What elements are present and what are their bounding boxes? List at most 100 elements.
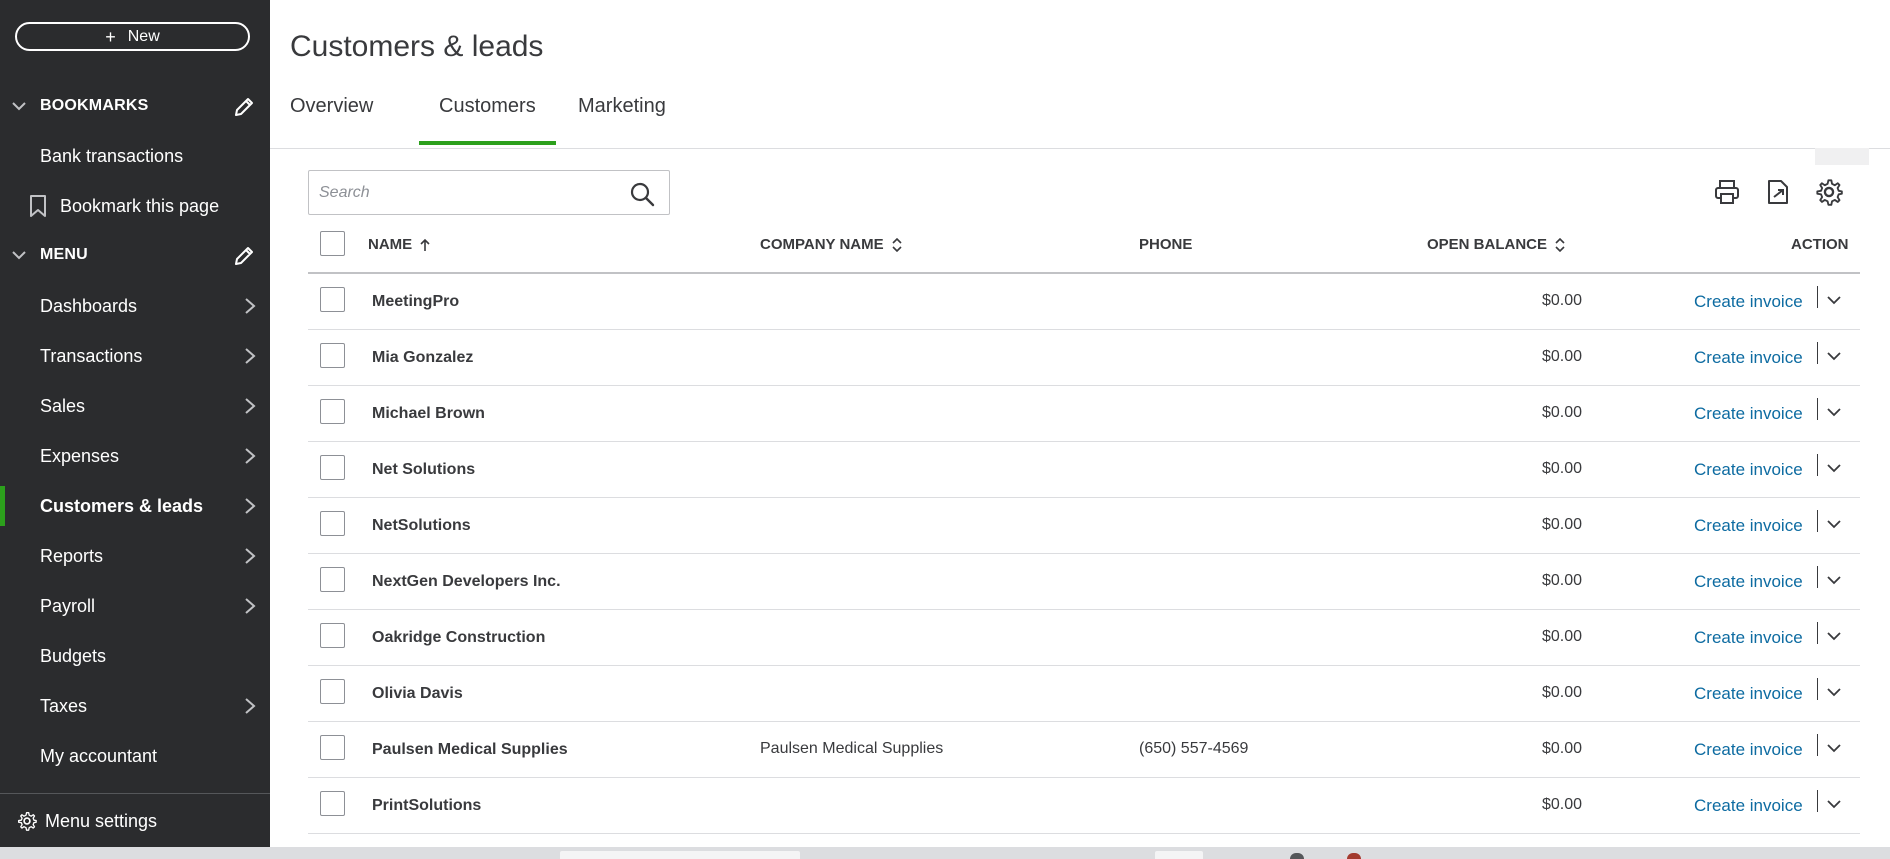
sidebar-item-taxes[interactable]: Taxes (0, 684, 270, 728)
bookmark-icon (30, 195, 46, 217)
customer-name-link[interactable]: Michael Brown (372, 405, 485, 423)
create-invoice-link[interactable]: Create invoice (1694, 292, 1803, 312)
tab-customers[interactable]: Customers (419, 95, 556, 145)
settings-gear-icon[interactable] (1815, 178, 1843, 206)
action-separator (1817, 566, 1818, 588)
edit-bookmarks-pencil-icon[interactable] (233, 96, 255, 118)
chevron-down-icon[interactable] (1826, 348, 1842, 364)
tab-marketing[interactable]: Marketing (578, 95, 666, 145)
chevron-down-icon[interactable] (1826, 572, 1842, 588)
sidebar-item-expenses[interactable]: Expenses (0, 434, 270, 478)
sidebar-item-reports[interactable]: Reports (0, 534, 270, 578)
customer-name-link[interactable]: Paulsen Medical Supplies (372, 741, 568, 759)
chevron-right-icon (245, 448, 256, 464)
row-checkbox[interactable] (320, 511, 345, 536)
create-invoice-link[interactable]: Create invoice (1694, 796, 1803, 816)
row-checkbox[interactable] (320, 455, 345, 480)
customer-name-link[interactable]: PrintSolutions (372, 797, 481, 815)
chevron-right-icon (245, 298, 256, 314)
left-sidebar: + New BOOKMARKS Bank transactions Bookma… (0, 0, 270, 847)
chevron-down-icon[interactable] (1826, 292, 1842, 308)
sidebar-item-budgets[interactable]: Budgets (0, 634, 270, 678)
row-checkbox[interactable] (320, 623, 345, 648)
menu-settings-button[interactable]: Menu settings (0, 803, 270, 839)
sidebar-item-label: Dashboards (40, 295, 138, 316)
table-row: NextGen Developers Inc. $0.00 Create inv… (308, 554, 1860, 610)
search-input[interactable] (319, 181, 609, 205)
action-separator (1817, 790, 1818, 812)
create-invoice-link[interactable]: Create invoice (1694, 572, 1803, 592)
sidebar-item-customers-leads[interactable]: Customers & leads (0, 484, 270, 528)
edit-menu-pencil-icon[interactable] (233, 245, 255, 267)
create-invoice-link[interactable]: Create invoice (1694, 684, 1803, 704)
create-invoice-link[interactable]: Create invoice (1694, 404, 1803, 424)
sidebar-item-payroll[interactable]: Payroll (0, 584, 270, 628)
chevron-down-icon[interactable] (1826, 796, 1842, 812)
customer-name-link[interactable]: Olivia Davis (372, 685, 463, 703)
table-row: Michael Brown $0.00 Create invoice (308, 386, 1860, 442)
column-header-name[interactable]: NAME (368, 236, 430, 253)
create-invoice-link[interactable]: Create invoice (1694, 628, 1803, 648)
gear-icon (18, 812, 37, 831)
create-invoice-link[interactable]: Create invoice (1694, 516, 1803, 536)
taskbar-app-icon[interactable] (1347, 853, 1361, 859)
customer-name-link[interactable]: Oakridge Construction (372, 629, 545, 647)
taskbar-item[interactable] (560, 851, 800, 859)
chevron-down-icon[interactable] (1826, 628, 1842, 644)
chevron-down-icon[interactable] (12, 248, 26, 262)
row-checkbox[interactable] (320, 735, 345, 760)
table-row: Paulsen Medical Supplies Paulsen Medical… (308, 722, 1860, 778)
create-invoice-link[interactable]: Create invoice (1694, 740, 1803, 760)
open-balance: $0.00 (1541, 740, 1582, 757)
tab-overview[interactable]: Overview (290, 95, 373, 145)
bookmark-this-page[interactable]: Bookmark this page (0, 184, 270, 228)
row-checkbox[interactable] (320, 679, 345, 704)
column-header-label: PHONE (1139, 236, 1193, 253)
sidebar-item-dashboards[interactable]: Dashboards (0, 284, 270, 328)
customer-name-link[interactable]: NextGen Developers Inc. (372, 573, 561, 591)
row-checkbox[interactable] (320, 343, 345, 368)
sidebar-item-sales[interactable]: Sales (0, 384, 270, 428)
customer-name-link[interactable]: Net Solutions (372, 461, 475, 479)
customer-name-link[interactable]: MeetingPro (372, 293, 459, 311)
create-invoice-link[interactable]: Create invoice (1694, 460, 1803, 480)
row-checkbox[interactable] (320, 399, 345, 424)
sidebar-item-label: Budgets (40, 645, 107, 666)
table-row: Oakridge Construction $0.00 Create invoi… (308, 610, 1860, 666)
chevron-right-icon (245, 548, 256, 564)
chevron-down-icon[interactable] (1826, 740, 1842, 756)
sort-toggle-icon (892, 237, 902, 252)
chevron-down-icon[interactable] (1826, 516, 1842, 532)
customer-name-link[interactable]: Mia Gonzalez (372, 349, 473, 367)
row-checkbox[interactable] (320, 567, 345, 592)
open-balance: $0.00 (1541, 348, 1582, 365)
scroll-indicator (1815, 148, 1869, 165)
export-icon[interactable] (1764, 178, 1792, 206)
customer-name-link[interactable]: NetSolutions (372, 517, 471, 535)
column-header-company[interactable]: COMPANY NAME (760, 236, 902, 253)
row-checkbox[interactable] (320, 791, 345, 816)
select-all-checkbox[interactable] (320, 231, 345, 256)
search-icon[interactable] (629, 181, 655, 207)
sidebar-item-label: Sales (40, 395, 86, 416)
sidebar-item-my-accountant[interactable]: My accountant (0, 734, 270, 778)
chevron-down-icon[interactable] (1826, 404, 1842, 420)
open-balance: $0.00 (1541, 572, 1582, 589)
page-title: Customers & leads (290, 30, 544, 63)
table-row: Olivia Davis $0.00 Create invoice (308, 666, 1860, 722)
row-checkbox[interactable] (320, 287, 345, 312)
chevron-down-icon[interactable] (1826, 460, 1842, 476)
create-invoice-link[interactable]: Create invoice (1694, 348, 1803, 368)
chevron-down-icon[interactable] (12, 99, 26, 113)
new-button-label: New (127, 27, 160, 45)
bookmark-bank-transactions[interactable]: Bank transactions (0, 134, 270, 178)
print-icon[interactable] (1713, 178, 1741, 206)
bookmarks-header[interactable]: BOOKMARKS (0, 88, 270, 124)
sidebar-item-transactions[interactable]: Transactions (0, 334, 270, 378)
taskbar-app-icon[interactable] (1290, 853, 1304, 859)
menu-header[interactable]: MENU (0, 237, 270, 273)
new-button[interactable]: + New (15, 22, 250, 51)
taskbar-item[interactable] (1155, 851, 1203, 859)
column-header-balance[interactable]: OPEN BALANCE (1427, 236, 1565, 253)
chevron-down-icon[interactable] (1826, 684, 1842, 700)
